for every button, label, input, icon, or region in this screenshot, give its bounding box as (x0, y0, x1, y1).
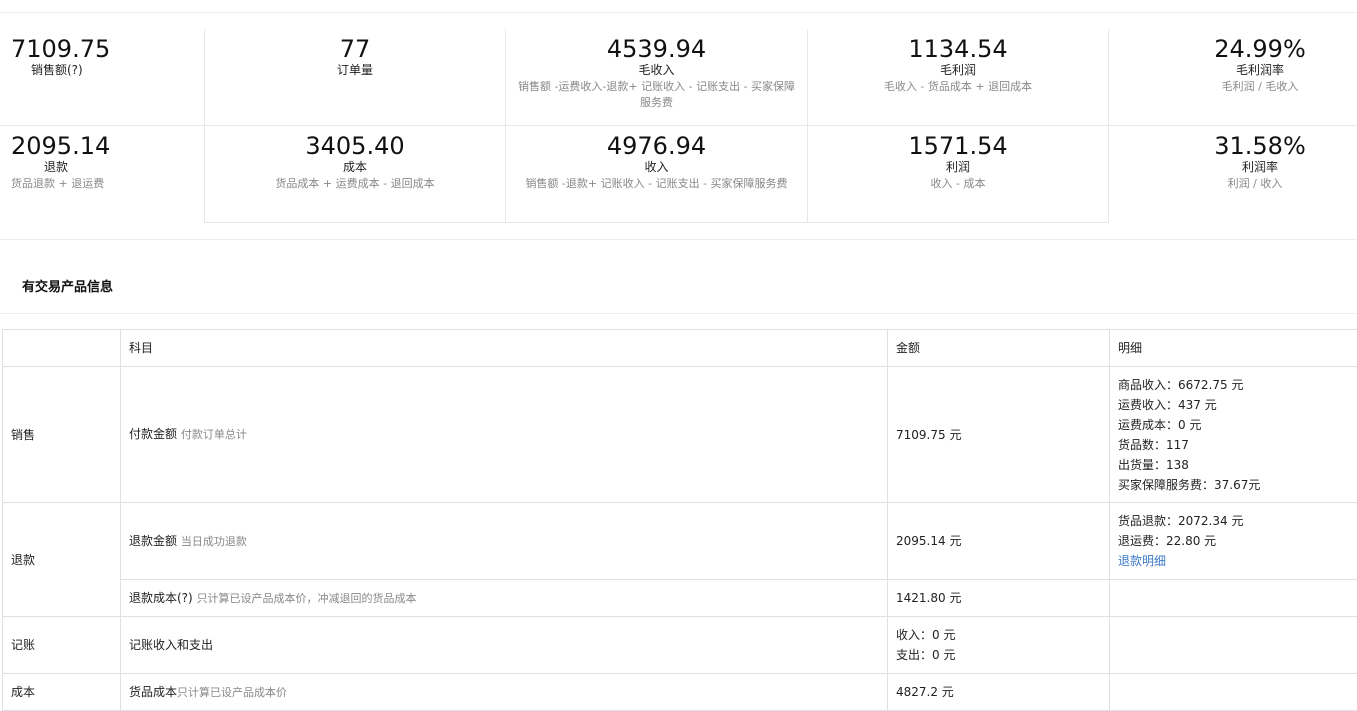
subject-label: 记账收入和支出 (121, 617, 888, 674)
stat-value: 4539.94 (506, 35, 807, 63)
stat-label: 毛利润 (808, 63, 1108, 77)
amount-line: 收入：0 元 (896, 625, 1101, 645)
stat-profit: 1571.54 利润 收入 - 成本 (808, 126, 1109, 223)
stat-orders: 77 订单量 (205, 29, 506, 126)
table-row-refund-cost: 退款成本(?) 只计算已设产品成本价，冲减退回的货品成本 1421.80 元 (3, 580, 1357, 617)
table-row-refund: 退款 退款金额 当日成功退款 2095.14 元 货品退款：2072.34 元 … (3, 503, 1357, 580)
stat-label: 成本 (205, 160, 505, 174)
stat-refund: 2095.14 退款 货品退款 + 退运费 (0, 126, 205, 223)
stat-value: 77 (205, 35, 505, 63)
detail-line: 买家保障服务费：37.67元 (1118, 475, 1350, 495)
stat-label: 毛利润率 (1109, 63, 1357, 77)
amount-cell: 收入：0 元 支出：0 元 (888, 617, 1110, 674)
stat-formula: 货品退款 + 退运费 (11, 176, 204, 192)
stat-gross-profit: 1134.54 毛利润 毛收入 - 货品成本 + 退回成本 (808, 29, 1109, 126)
detail-line: 货品数：117 (1118, 435, 1350, 455)
detail-line: 商品收入：6672.75 元 (1118, 375, 1350, 395)
top-divider (0, 12, 1357, 13)
stats-grid: 7109.75 销售额(?) 77 订单量 4539.94 毛收入 销售额 -运… (0, 29, 1357, 223)
category-accounting: 记账 (3, 617, 121, 674)
stat-label: 利润 (808, 160, 1108, 174)
stat-sales: 7109.75 销售额(?) (0, 29, 205, 126)
table-row-sales: 销售 付款金额 付款订单总计 7109.75 元 商品收入：6672.75 元 … (3, 367, 1357, 503)
detail-line: 货品退款：2072.34 元 (1118, 511, 1350, 531)
amount-cell: 1421.80 元 (888, 580, 1110, 617)
header-category (3, 330, 121, 367)
table-row-accounting: 记账 记账收入和支出 收入：0 元 支出：0 元 (3, 617, 1357, 674)
amount-cell: 7109.75 元 (888, 367, 1110, 503)
subject-label: 退款金额 (129, 534, 177, 548)
stat-gross-income: 4539.94 毛收入 销售额 -运费收入-退款+ 记账收入 - 记账支出 - … (506, 29, 808, 126)
stat-label[interactable]: 销售额(?) (11, 63, 204, 77)
detail-cell: 商品收入：6672.75 元 运费收入：437 元 运费成本：0 元 货品数：1… (1110, 367, 1357, 503)
category-sales: 销售 (3, 367, 121, 503)
subject-note: 当日成功退款 (181, 535, 247, 548)
stat-value: 7109.75 (11, 35, 204, 63)
stat-formula: 利润 / 收入 (1109, 176, 1357, 192)
stat-formula: 毛利润 / 毛收入 (1109, 79, 1357, 95)
stat-label: 毛收入 (506, 63, 807, 77)
subject-note: 付款订单总计 (181, 428, 247, 441)
stat-value: 1134.54 (808, 35, 1108, 63)
section-divider (0, 239, 1357, 240)
category-refund: 退款 (3, 503, 121, 617)
stat-formula: 销售额 -退款+ 记账收入 - 记账支出 - 买家保障服务费 (506, 176, 807, 192)
table-header-row: 科目 金额 明细 (3, 330, 1357, 367)
stat-formula: 货品成本 + 运费成本 - 退回成本 (205, 176, 505, 192)
section-title: 有交易产品信息 (22, 276, 113, 295)
stat-value: 24.99% (1109, 35, 1357, 63)
subject-cell: 退款成本(?) 只计算已设产品成本价，冲减退回的货品成本 (121, 580, 888, 617)
detail-cell: 货品退款：2072.34 元 退运费：22.80 元 退款明细 (1110, 503, 1357, 580)
stat-gross-margin: 24.99% 毛利润率 毛利润 / 毛收入 (1109, 29, 1357, 126)
subject-label: 付款金额 (129, 427, 177, 441)
stat-label: 退款 (11, 160, 204, 174)
stat-label: 订单量 (205, 63, 505, 77)
header-amount: 金额 (888, 330, 1110, 367)
header-detail: 明细 (1110, 330, 1357, 367)
stat-value: 3405.40 (205, 132, 505, 160)
amount-cell: 2095.14 元 (888, 503, 1110, 580)
stat-label: 收入 (506, 160, 807, 174)
refund-detail-link[interactable]: 退款明细 (1118, 551, 1350, 571)
detail-line: 出货量：138 (1118, 455, 1350, 475)
detail-cell-empty (1110, 617, 1357, 674)
stat-formula: 收入 - 成本 (808, 176, 1108, 192)
stat-cost: 3405.40 成本 货品成本 + 运费成本 - 退回成本 (205, 126, 506, 223)
header-subject: 科目 (121, 330, 888, 367)
subject-label[interactable]: 退款成本(?) (129, 591, 193, 605)
subject-note: 只计算已设产品成本价 (177, 686, 287, 699)
stat-profit-margin: 31.58% 利润率 利润 / 收入 (1109, 126, 1357, 223)
amount-line: 支出：0 元 (896, 645, 1101, 665)
stat-formula: 销售额 -运费收入-退款+ 记账收入 - 记账支出 - 买家保障服务费 (506, 79, 807, 111)
stat-value: 4976.94 (506, 132, 807, 160)
detail-line: 运费成本：0 元 (1118, 415, 1350, 435)
subject-cell: 退款金额 当日成功退款 (121, 503, 888, 580)
stat-value: 1571.54 (808, 132, 1108, 160)
stat-value: 31.58% (1109, 132, 1357, 160)
detail-line: 退运费：22.80 元 (1118, 531, 1350, 551)
stat-label: 利润率 (1109, 160, 1357, 174)
stat-formula: 毛收入 - 货品成本 + 退回成本 (808, 79, 1108, 95)
subject-label: 货品成本 (129, 685, 177, 699)
product-info-table: 科目 金额 明细 销售 付款金额 付款订单总计 7109.75 元 商品收入：6… (2, 329, 1357, 711)
section-underline (0, 313, 1357, 314)
subject-note: 只计算已设产品成本价，冲减退回的货品成本 (197, 592, 417, 605)
detail-cell-empty (1110, 580, 1357, 617)
subject-cell: 付款金额 付款订单总计 (121, 367, 888, 503)
detail-line: 运费收入：437 元 (1118, 395, 1350, 415)
stat-value: 2095.14 (11, 132, 204, 160)
stat-income: 4976.94 收入 销售额 -退款+ 记账收入 - 记账支出 - 买家保障服务… (506, 126, 808, 223)
